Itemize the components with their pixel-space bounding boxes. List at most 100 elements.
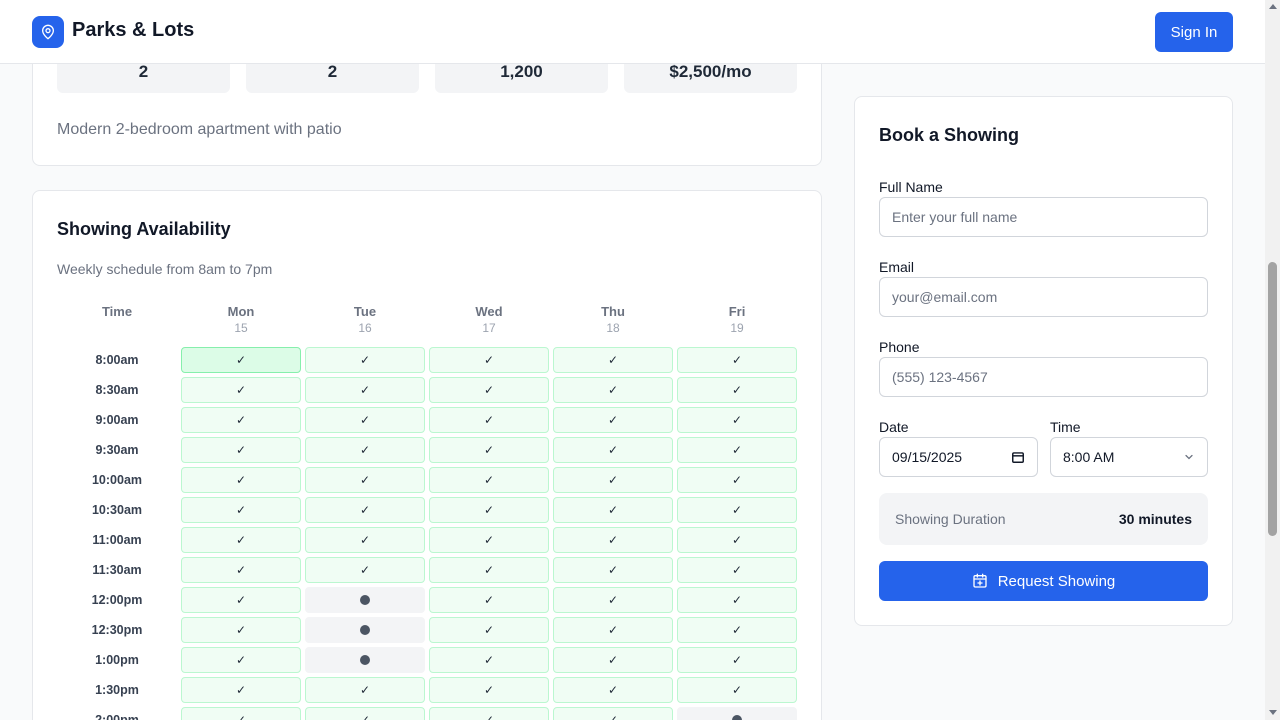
time-slot-label: 12:00pm [91, 593, 143, 607]
email-input[interactable] [879, 277, 1208, 317]
available-slot[interactable]: ✓ [677, 347, 797, 373]
available-slot[interactable]: ✓ [553, 497, 673, 523]
available-slot[interactable]: ✓ [429, 617, 549, 643]
day-header-fri: Fri 19 [677, 304, 797, 336]
available-slot[interactable]: ✓ [429, 707, 549, 720]
available-slot[interactable]: ✓ [677, 587, 797, 613]
available-slot[interactable]: ✓ [305, 557, 425, 583]
check-mark-icon: ✓ [607, 503, 619, 517]
page-scrollbar[interactable] [1265, 0, 1280, 720]
available-slot[interactable]: ✓ [677, 527, 797, 553]
available-slot[interactable]: ✓ [181, 587, 301, 613]
scroll-down-arrow-icon[interactable] [1269, 710, 1277, 715]
check-mark-icon: ✓ [235, 533, 247, 547]
day-header-wed: Wed 17 [429, 304, 549, 336]
available-slot[interactable]: ✓ [305, 677, 425, 703]
available-slot[interactable]: ✓ [677, 497, 797, 523]
check-mark-icon: ✓ [731, 683, 743, 697]
check-mark-icon: ✓ [359, 473, 371, 487]
available-slot[interactable]: ✓ [677, 647, 797, 673]
request-showing-button[interactable]: Request Showing [879, 561, 1208, 601]
available-slot[interactable]: ✓ [305, 707, 425, 720]
available-slot[interactable]: ✓ [305, 407, 425, 433]
available-slot[interactable]: ✓ [553, 407, 673, 433]
check-mark-icon: ✓ [359, 713, 371, 720]
available-slot[interactable]: ✓ [181, 377, 301, 403]
check-mark-icon: ✓ [235, 353, 247, 367]
check-mark-icon: ✓ [359, 563, 371, 577]
time-select[interactable]: 8:00 AM [1050, 437, 1208, 477]
available-slot[interactable]: ✓ [429, 677, 549, 703]
check-mark-icon: ✓ [235, 443, 247, 457]
logo[interactable] [32, 16, 64, 48]
booked-slot [305, 617, 425, 643]
check-mark-icon: ✓ [607, 353, 619, 367]
available-slot[interactable]: ✓ [429, 347, 549, 373]
check-mark-icon: ✓ [235, 653, 247, 667]
available-slot[interactable]: ✓ [677, 557, 797, 583]
available-slot[interactable]: ✓ [429, 587, 549, 613]
available-slot[interactable]: ✓ [181, 527, 301, 553]
available-slot[interactable]: ✓ [181, 707, 301, 720]
check-mark-icon: ✓ [235, 713, 247, 720]
full-name-input[interactable] [879, 197, 1208, 237]
available-slot[interactable]: ✓ [553, 377, 673, 403]
scroll-up-arrow-icon[interactable] [1269, 4, 1277, 9]
available-slot[interactable]: ✓ [677, 407, 797, 433]
sign-in-button[interactable]: Sign In [1155, 12, 1233, 52]
available-slot[interactable]: ✓ [553, 587, 673, 613]
available-slot[interactable]: ✓ [181, 647, 301, 673]
time-slot-label: 8:00am [95, 353, 139, 367]
check-mark-icon: ✓ [483, 353, 495, 367]
available-slot[interactable]: ✓ [305, 497, 425, 523]
available-slot[interactable]: ✓ [429, 467, 549, 493]
available-slot[interactable]: ✓ [553, 467, 673, 493]
available-slot[interactable]: ✓ [429, 557, 549, 583]
available-slot[interactable]: ✓ [181, 677, 301, 703]
selected-slot[interactable]: ✓ [181, 347, 301, 373]
available-slot[interactable]: ✓ [677, 437, 797, 463]
available-slot[interactable]: ✓ [305, 377, 425, 403]
available-slot[interactable]: ✓ [429, 377, 549, 403]
available-slot[interactable]: ✓ [553, 557, 673, 583]
available-slot[interactable]: ✓ [305, 347, 425, 373]
check-mark-icon: ✓ [359, 443, 371, 457]
available-slot[interactable]: ✓ [677, 377, 797, 403]
phone-input[interactable] [879, 357, 1208, 397]
available-slot[interactable]: ✓ [553, 437, 673, 463]
check-mark-icon: ✓ [235, 383, 247, 397]
duration-info: Showing Duration 30 minutes [879, 493, 1208, 545]
available-slot[interactable]: ✓ [181, 497, 301, 523]
available-slot[interactable]: ✓ [553, 647, 673, 673]
day-header-mon: Mon 15 [181, 304, 301, 336]
available-slot[interactable]: ✓ [429, 497, 549, 523]
check-mark-icon: ✓ [235, 623, 247, 637]
available-slot[interactable]: ✓ [429, 437, 549, 463]
brand-name[interactable]: Parks & Lots [72, 19, 194, 42]
available-slot[interactable]: ✓ [553, 707, 673, 720]
available-slot[interactable]: ✓ [429, 527, 549, 553]
available-slot[interactable]: ✓ [181, 467, 301, 493]
time-slot-label: 1:30pm [95, 683, 139, 697]
available-slot[interactable]: ✓ [553, 527, 673, 553]
available-slot[interactable]: ✓ [305, 527, 425, 553]
available-slot[interactable]: ✓ [181, 617, 301, 643]
available-slot[interactable]: ✓ [553, 347, 673, 373]
available-slot[interactable]: ✓ [181, 557, 301, 583]
available-slot[interactable]: ✓ [429, 407, 549, 433]
available-slot[interactable]: ✓ [429, 647, 549, 673]
available-slot[interactable]: ✓ [677, 677, 797, 703]
available-slot[interactable]: ✓ [181, 407, 301, 433]
available-slot[interactable]: ✓ [305, 467, 425, 493]
scrollbar-thumb[interactable] [1268, 262, 1277, 536]
time-label: Time [1050, 419, 1081, 435]
available-slot[interactable]: ✓ [553, 617, 673, 643]
time-slot-label: 11:30am [92, 563, 142, 577]
available-slot[interactable]: ✓ [181, 437, 301, 463]
available-slot[interactable]: ✓ [677, 617, 797, 643]
available-slot[interactable]: ✓ [305, 437, 425, 463]
available-slot[interactable]: ✓ [677, 467, 797, 493]
availability-subtitle: Weekly schedule from 8am to 7pm [57, 261, 273, 277]
available-slot[interactable]: ✓ [553, 677, 673, 703]
date-input[interactable]: 09/15/2025 [879, 437, 1038, 477]
